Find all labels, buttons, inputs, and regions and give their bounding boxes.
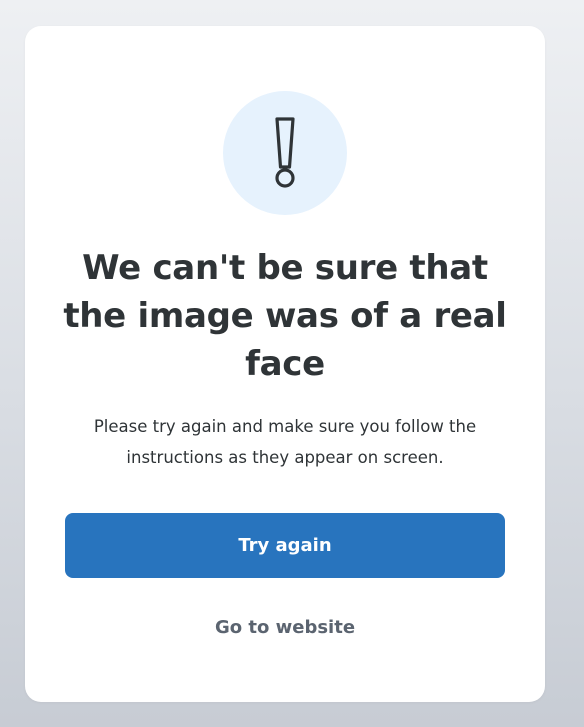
- warning-icon-circle: [223, 91, 347, 215]
- error-card: We can't be sure that the image was of a…: [25, 26, 545, 702]
- go-to-website-link[interactable]: Go to website: [65, 614, 505, 642]
- exclamation-icon: [275, 117, 295, 188]
- try-again-button[interactable]: Try again: [65, 513, 505, 578]
- error-message: Please try again and make sure you follo…: [93, 417, 477, 467]
- error-title: We can't be sure that the image was of a…: [63, 248, 507, 384]
